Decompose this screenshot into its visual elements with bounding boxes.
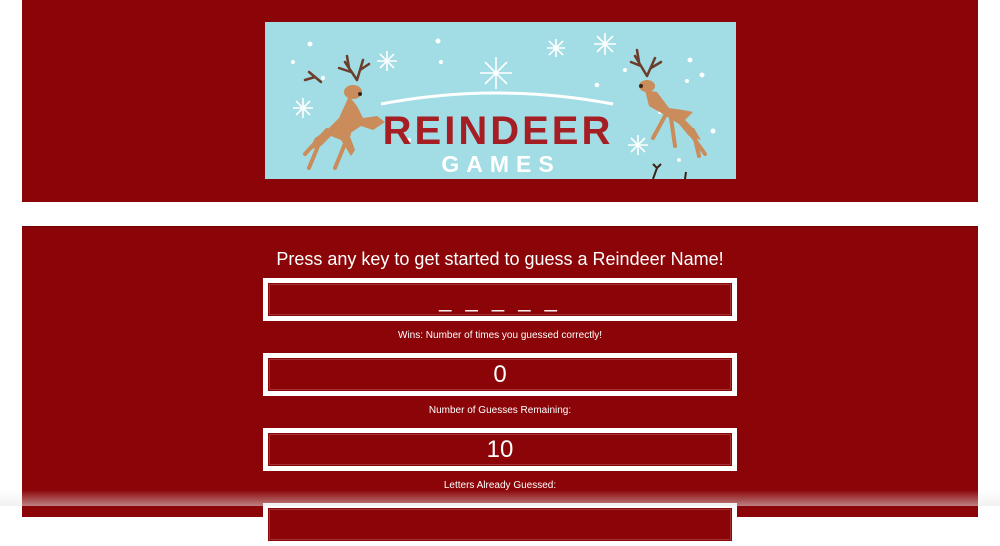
letters-guessed-box — [263, 503, 737, 546]
word-blanks: _ _ _ _ _ — [439, 287, 561, 312]
game-panel: Press any key to get started to guess a … — [22, 226, 978, 517]
start-prompt: Press any key to get started to guess a … — [22, 248, 978, 270]
wins-value: 0 — [493, 361, 506, 388]
guesses-value: 10 — [487, 436, 514, 463]
banner-title: REINDEER — [383, 109, 614, 153]
banner-artwork: REINDEER GAMES — [265, 22, 736, 179]
header-panel: REINDEER GAMES — [22, 0, 978, 202]
wins-label: Wins: Number of times you guessed correc… — [22, 329, 978, 343]
guesses-box: 10 — [263, 428, 737, 471]
reindeer-games-banner: REINDEER GAMES — [265, 22, 736, 179]
banner-subtitle: GAMES — [441, 151, 560, 177]
reindeer-icon — [305, 56, 385, 168]
letters-guessed-label: Letters Already Guessed: — [22, 479, 978, 493]
guesses-label: Number of Guesses Remaining: — [22, 404, 978, 418]
title-arc — [381, 93, 613, 104]
word-display-box: _ _ _ _ _ — [263, 278, 737, 321]
wins-box: 0 — [263, 353, 737, 396]
